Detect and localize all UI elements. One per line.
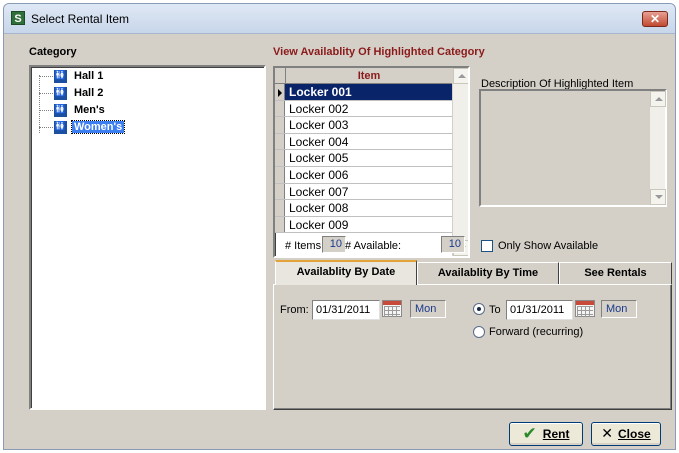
table-row[interactable]: Locker 007 — [275, 183, 452, 201]
table-row[interactable]: Locker 004 — [275, 133, 452, 151]
item-cell[interactable]: Locker 007 — [289, 185, 348, 199]
rent-button-label: Rent — [542, 427, 570, 441]
row-indicator[interactable] — [275, 84, 285, 100]
item-cell[interactable]: Locker 002 — [289, 102, 348, 116]
tree-connector — [39, 75, 53, 77]
availability-heading: View Availablity Of Highlighted Category — [273, 46, 485, 58]
tree-item-womens[interactable]: 🚻 Women's — [39, 119, 126, 135]
available-count-value: 10 — [441, 236, 465, 253]
dialog-window: S Select Rental Item ✕ Category 🚻 Hall 1… — [3, 3, 676, 450]
forward-recurring-radio[interactable] — [473, 326, 485, 338]
restroom-icon: 🚻 — [54, 120, 67, 134]
grid-header: Item — [275, 68, 452, 84]
from-day-display: Mon — [410, 300, 446, 318]
item-cell[interactable]: Locker 001 — [289, 85, 352, 99]
table-row[interactable]: Locker 006 — [275, 166, 452, 184]
checkmark-icon: ✔ — [522, 424, 537, 444]
row-indicator[interactable] — [275, 166, 285, 183]
tree-connector — [39, 109, 53, 111]
category-tree[interactable]: 🚻 Hall 1 🚻 Hall 2 🚻 Men's 🚻 Women's — [29, 65, 266, 410]
tab-availability-by-time[interactable]: Availablity By Time — [417, 262, 559, 284]
description-box[interactable] — [479, 89, 667, 207]
table-row[interactable]: Locker 009 — [275, 216, 452, 234]
tree-item-label[interactable]: Men's — [72, 104, 107, 116]
arrow-down-icon — [655, 195, 663, 199]
arrow-up-icon — [458, 74, 466, 78]
items-count-label: # Items: — [285, 240, 325, 252]
scroll-up-button[interactable] — [650, 91, 666, 107]
table-row[interactable]: Locker 005 — [275, 150, 452, 167]
to-date-input[interactable]: 01/31/2011 — [506, 300, 573, 320]
table-row[interactable]: Locker 008 — [275, 200, 452, 217]
item-cell[interactable]: Locker 004 — [289, 135, 348, 149]
arrow-up-icon — [655, 97, 663, 101]
table-row[interactable]: Locker 002 — [275, 100, 452, 118]
scroll-up-button[interactable] — [453, 68, 468, 84]
only-show-available-checkbox[interactable] — [481, 240, 493, 252]
items-count-value: 10 — [322, 236, 346, 253]
grid-rows: Locker 001 Locker 002 Locker 003 Locker 004… — [275, 84, 452, 234]
to-radio[interactable] — [473, 303, 485, 315]
item-grid[interactable]: Item Locker 001 Locker 002 Locker 003 Locke… — [273, 66, 470, 258]
close-button-label: Close — [618, 427, 651, 441]
to-day-display: Mon — [601, 300, 637, 318]
forward-recurring-label[interactable]: Forward (recurring) — [489, 326, 583, 338]
table-row[interactable]: Locker 001 — [275, 84, 452, 101]
item-cell[interactable]: Locker 009 — [289, 218, 348, 232]
tree-item-hall-1[interactable]: 🚻 Hall 1 — [39, 68, 105, 84]
close-button[interactable]: ✕ Close — [591, 422, 661, 446]
app-icon: S — [11, 11, 25, 25]
from-date-input[interactable]: 01/31/2011 — [312, 300, 380, 320]
restroom-icon: 🚻 — [54, 69, 67, 83]
tree-item-hall-2[interactable]: 🚻 Hall 2 — [39, 85, 105, 101]
close-window-button[interactable]: ✕ — [642, 11, 668, 27]
column-header-item[interactable]: Item — [285, 68, 452, 84]
tree-item-label[interactable]: Hall 2 — [72, 87, 105, 99]
current-row-arrow-icon — [278, 89, 282, 97]
date-tab-panel: From: 01/31/2011 Mon To 01/31/2011 Mon F… — [273, 284, 672, 410]
from-label: From: — [280, 304, 309, 316]
tree-item-mens[interactable]: 🚻 Men's — [39, 102, 107, 118]
table-row[interactable]: Locker 003 — [275, 117, 452, 134]
tree-item-label[interactable]: Hall 1 — [72, 70, 105, 82]
row-indicator[interactable] — [275, 150, 285, 166]
window-title: Select Rental Item — [31, 12, 130, 26]
tab-availability-by-date[interactable]: Availablity By Date — [275, 260, 417, 285]
category-label: Category — [29, 46, 77, 58]
to-label[interactable]: To — [489, 304, 501, 316]
item-cell[interactable]: Locker 008 — [289, 201, 348, 215]
close-x-icon: ✕ — [601, 426, 614, 442]
row-indicator[interactable] — [275, 216, 285, 233]
item-cell[interactable]: Locker 003 — [289, 118, 348, 132]
grid-scrollbar[interactable] — [452, 68, 468, 256]
restroom-icon: 🚻 — [54, 103, 67, 117]
availability-tabs: Availablity By Date Availablity By Time … — [273, 260, 672, 410]
tree-item-label[interactable]: Women's — [70, 120, 126, 134]
only-show-available-label[interactable]: Only Show Available — [498, 240, 598, 252]
tree-connector — [39, 92, 53, 94]
row-indicator[interactable] — [275, 117, 285, 133]
tree-connector — [39, 126, 53, 128]
title-bar: S Select Rental Item ✕ — [4, 4, 675, 34]
description-scrollbar[interactable] — [649, 91, 666, 205]
to-calendar-icon[interactable] — [575, 300, 595, 317]
item-cell[interactable]: Locker 005 — [289, 151, 348, 165]
restroom-icon: 🚻 — [54, 86, 67, 100]
item-cell[interactable]: Locker 006 — [289, 168, 348, 182]
available-count-label: # Available: — [345, 240, 402, 252]
row-indicator[interactable] — [275, 100, 285, 117]
close-icon[interactable]: ✕ — [650, 12, 660, 26]
row-indicator[interactable] — [275, 183, 285, 200]
rent-button[interactable]: ✔ Rent — [509, 422, 583, 446]
from-calendar-icon[interactable] — [382, 300, 402, 317]
dialog-content: Category 🚻 Hall 1 🚻 Hall 2 🚻 Men's 🚻 Wom… — [4, 35, 675, 449]
row-indicator[interactable] — [275, 200, 285, 216]
tab-see-rentals[interactable]: See Rentals — [559, 262, 672, 284]
scroll-down-button[interactable] — [650, 189, 666, 205]
row-indicator[interactable] — [275, 133, 285, 150]
